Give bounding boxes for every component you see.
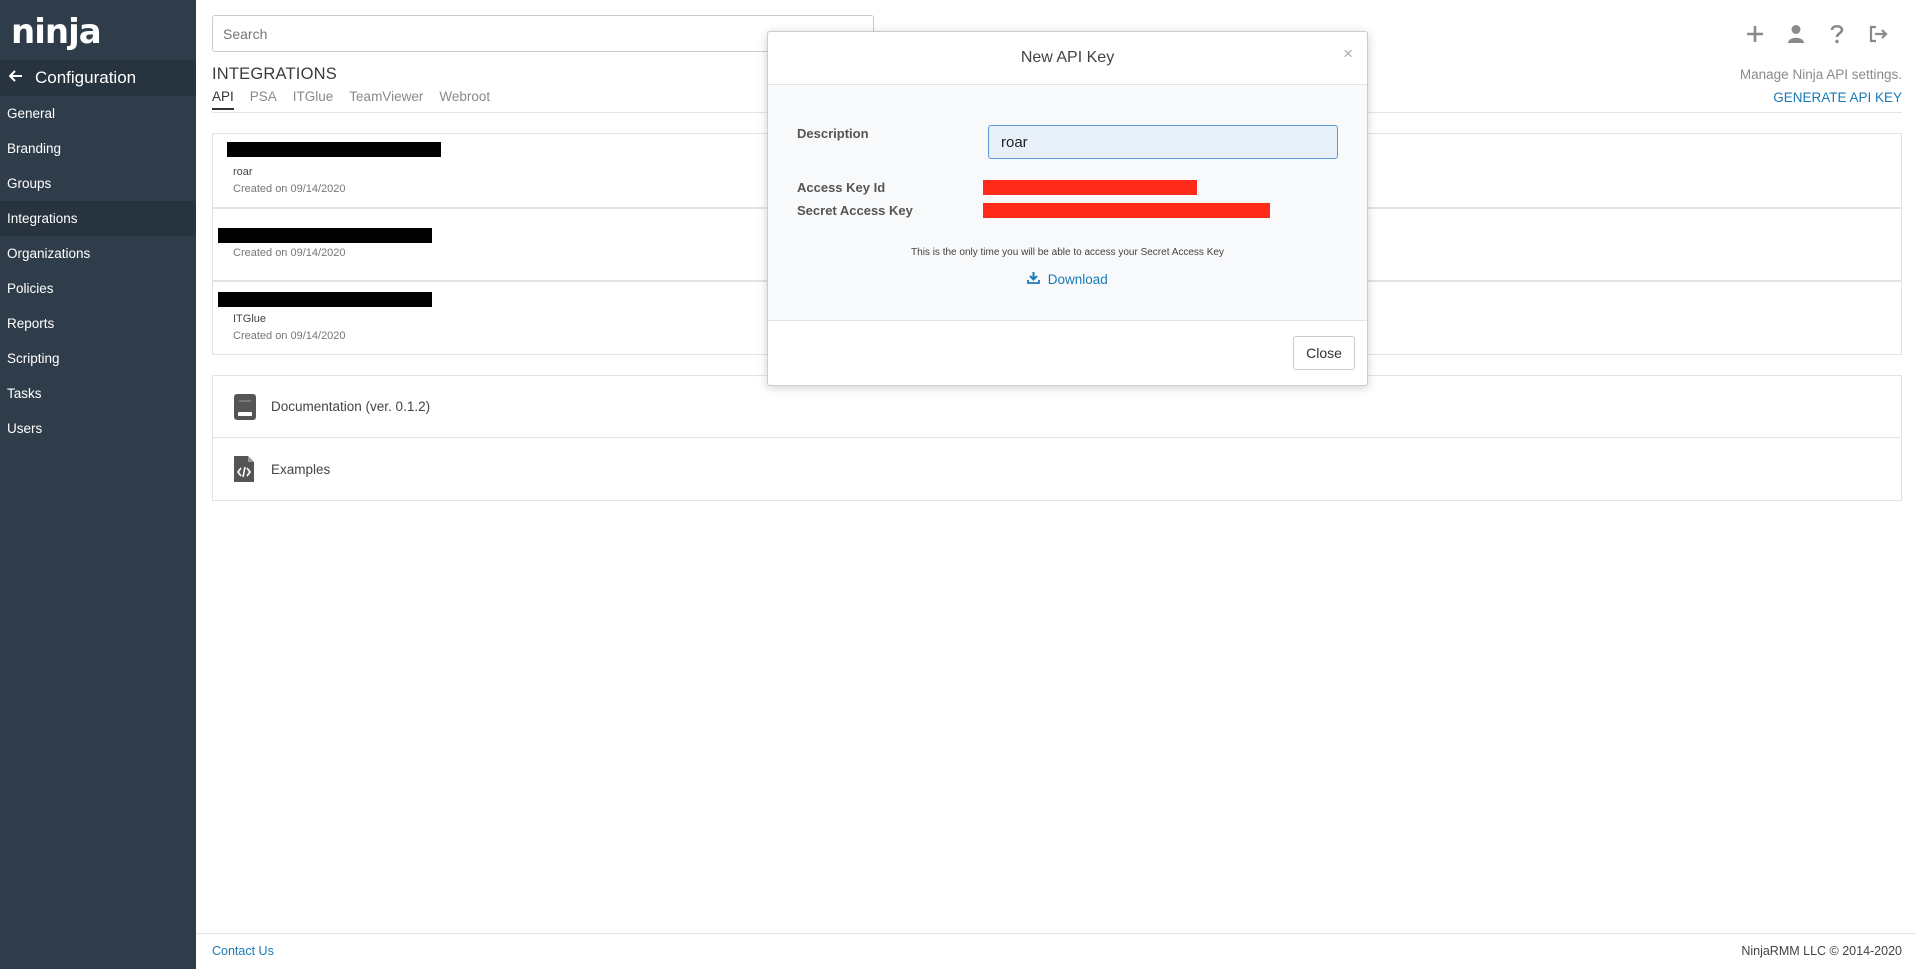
tab-webroot[interactable]: Webroot — [439, 89, 490, 110]
examples-label[interactable]: Examples — [271, 462, 330, 477]
new-api-key-modal: New API Key × Description Access Key Id … — [767, 31, 1368, 386]
resources-card: Documentation (ver. 0.1.2) Examples — [212, 375, 1902, 501]
contact-us-link[interactable]: Contact Us — [212, 944, 274, 958]
redacted-key-name — [218, 292, 432, 307]
close-button[interactable]: Close — [1293, 336, 1355, 370]
tab-itglue[interactable]: ITGlue — [293, 89, 334, 110]
page-title: INTEGRATIONS — [212, 65, 337, 83]
tab-api[interactable]: API — [212, 89, 234, 110]
sidebar: ninja Configuration General Branding Gro… — [0, 0, 196, 969]
sidebar-item-policies[interactable]: Policies — [0, 271, 196, 306]
plus-icon[interactable] — [1734, 20, 1775, 48]
api-key-description: ITGlue — [233, 313, 267, 325]
integration-tabs: API PSA ITGlue TeamViewer Webroot — [212, 89, 506, 110]
redacted-access-key-id — [983, 180, 1197, 195]
manage-api-text: Manage Ninja API settings. — [1739, 67, 1902, 82]
sidebar-item-groups[interactable]: Groups — [0, 166, 196, 201]
book-icon — [233, 393, 257, 421]
download-link[interactable]: Download — [768, 271, 1367, 287]
ninja-logo[interactable]: ninja — [11, 12, 102, 52]
back-arrow-icon[interactable] — [8, 69, 27, 87]
user-icon[interactable] — [1775, 20, 1816, 48]
tab-psa[interactable]: PSA — [250, 89, 277, 110]
sidebar-item-reports[interactable]: Reports — [0, 306, 196, 341]
documentation-label[interactable]: Documentation (ver. 0.1.2) — [271, 399, 430, 414]
help-icon[interactable] — [1816, 20, 1857, 48]
api-key-created-date: Created on 09/14/2020 — [233, 183, 346, 195]
footer-divider — [196, 933, 1916, 934]
sidebar-item-tasks[interactable]: Tasks — [0, 376, 196, 411]
logout-icon[interactable] — [1857, 20, 1898, 48]
top-icons — [1734, 20, 1898, 48]
redacted-secret-access-key — [983, 203, 1270, 218]
api-key-description: roar — [233, 166, 253, 178]
sidebar-item-organizations[interactable]: Organizations — [0, 236, 196, 271]
sidebar-item-users[interactable]: Users — [0, 411, 196, 446]
api-key-created-date: Created on 09/14/2020 — [233, 247, 346, 259]
examples-row[interactable]: Examples — [213, 438, 1901, 500]
download-icon — [1027, 272, 1044, 287]
code-file-icon — [233, 455, 257, 483]
redacted-key-name — [218, 228, 432, 243]
secret-key-notice: This is the only time you will be able t… — [911, 247, 1224, 258]
tab-teamviewer[interactable]: TeamViewer — [349, 89, 423, 110]
sidebar-header[interactable]: Configuration — [0, 60, 196, 96]
redacted-key-name — [227, 142, 441, 157]
description-input[interactable] — [988, 125, 1338, 159]
sidebar-item-scripting[interactable]: Scripting — [0, 341, 196, 376]
access-key-id-label: Access Key Id — [797, 180, 886, 195]
sidebar-item-general[interactable]: General — [0, 96, 196, 131]
api-key-created-date: Created on 09/14/2020 — [233, 330, 346, 342]
sidebar-item-branding[interactable]: Branding — [0, 131, 196, 166]
sidebar-header-label: Configuration — [35, 68, 137, 87]
sidebar-nav: General Branding Groups Integrations Org… — [0, 96, 196, 446]
generate-api-key-link[interactable]: GENERATE API KEY — [1773, 90, 1902, 105]
sidebar-item-integrations[interactable]: Integrations — [0, 201, 196, 236]
modal-body: Description Access Key Id Secret Access … — [768, 85, 1367, 321]
close-icon[interactable]: × — [1343, 44, 1353, 64]
download-label[interactable]: Download — [1048, 272, 1108, 287]
description-label: Description — [797, 126, 869, 141]
secret-access-key-label: Secret Access Key — [797, 203, 913, 218]
modal-header: New API Key × — [768, 32, 1367, 85]
copyright-text: NinjaRMM LLC © 2014-2020 — [1741, 944, 1902, 958]
modal-title: New API Key — [1020, 49, 1115, 66]
